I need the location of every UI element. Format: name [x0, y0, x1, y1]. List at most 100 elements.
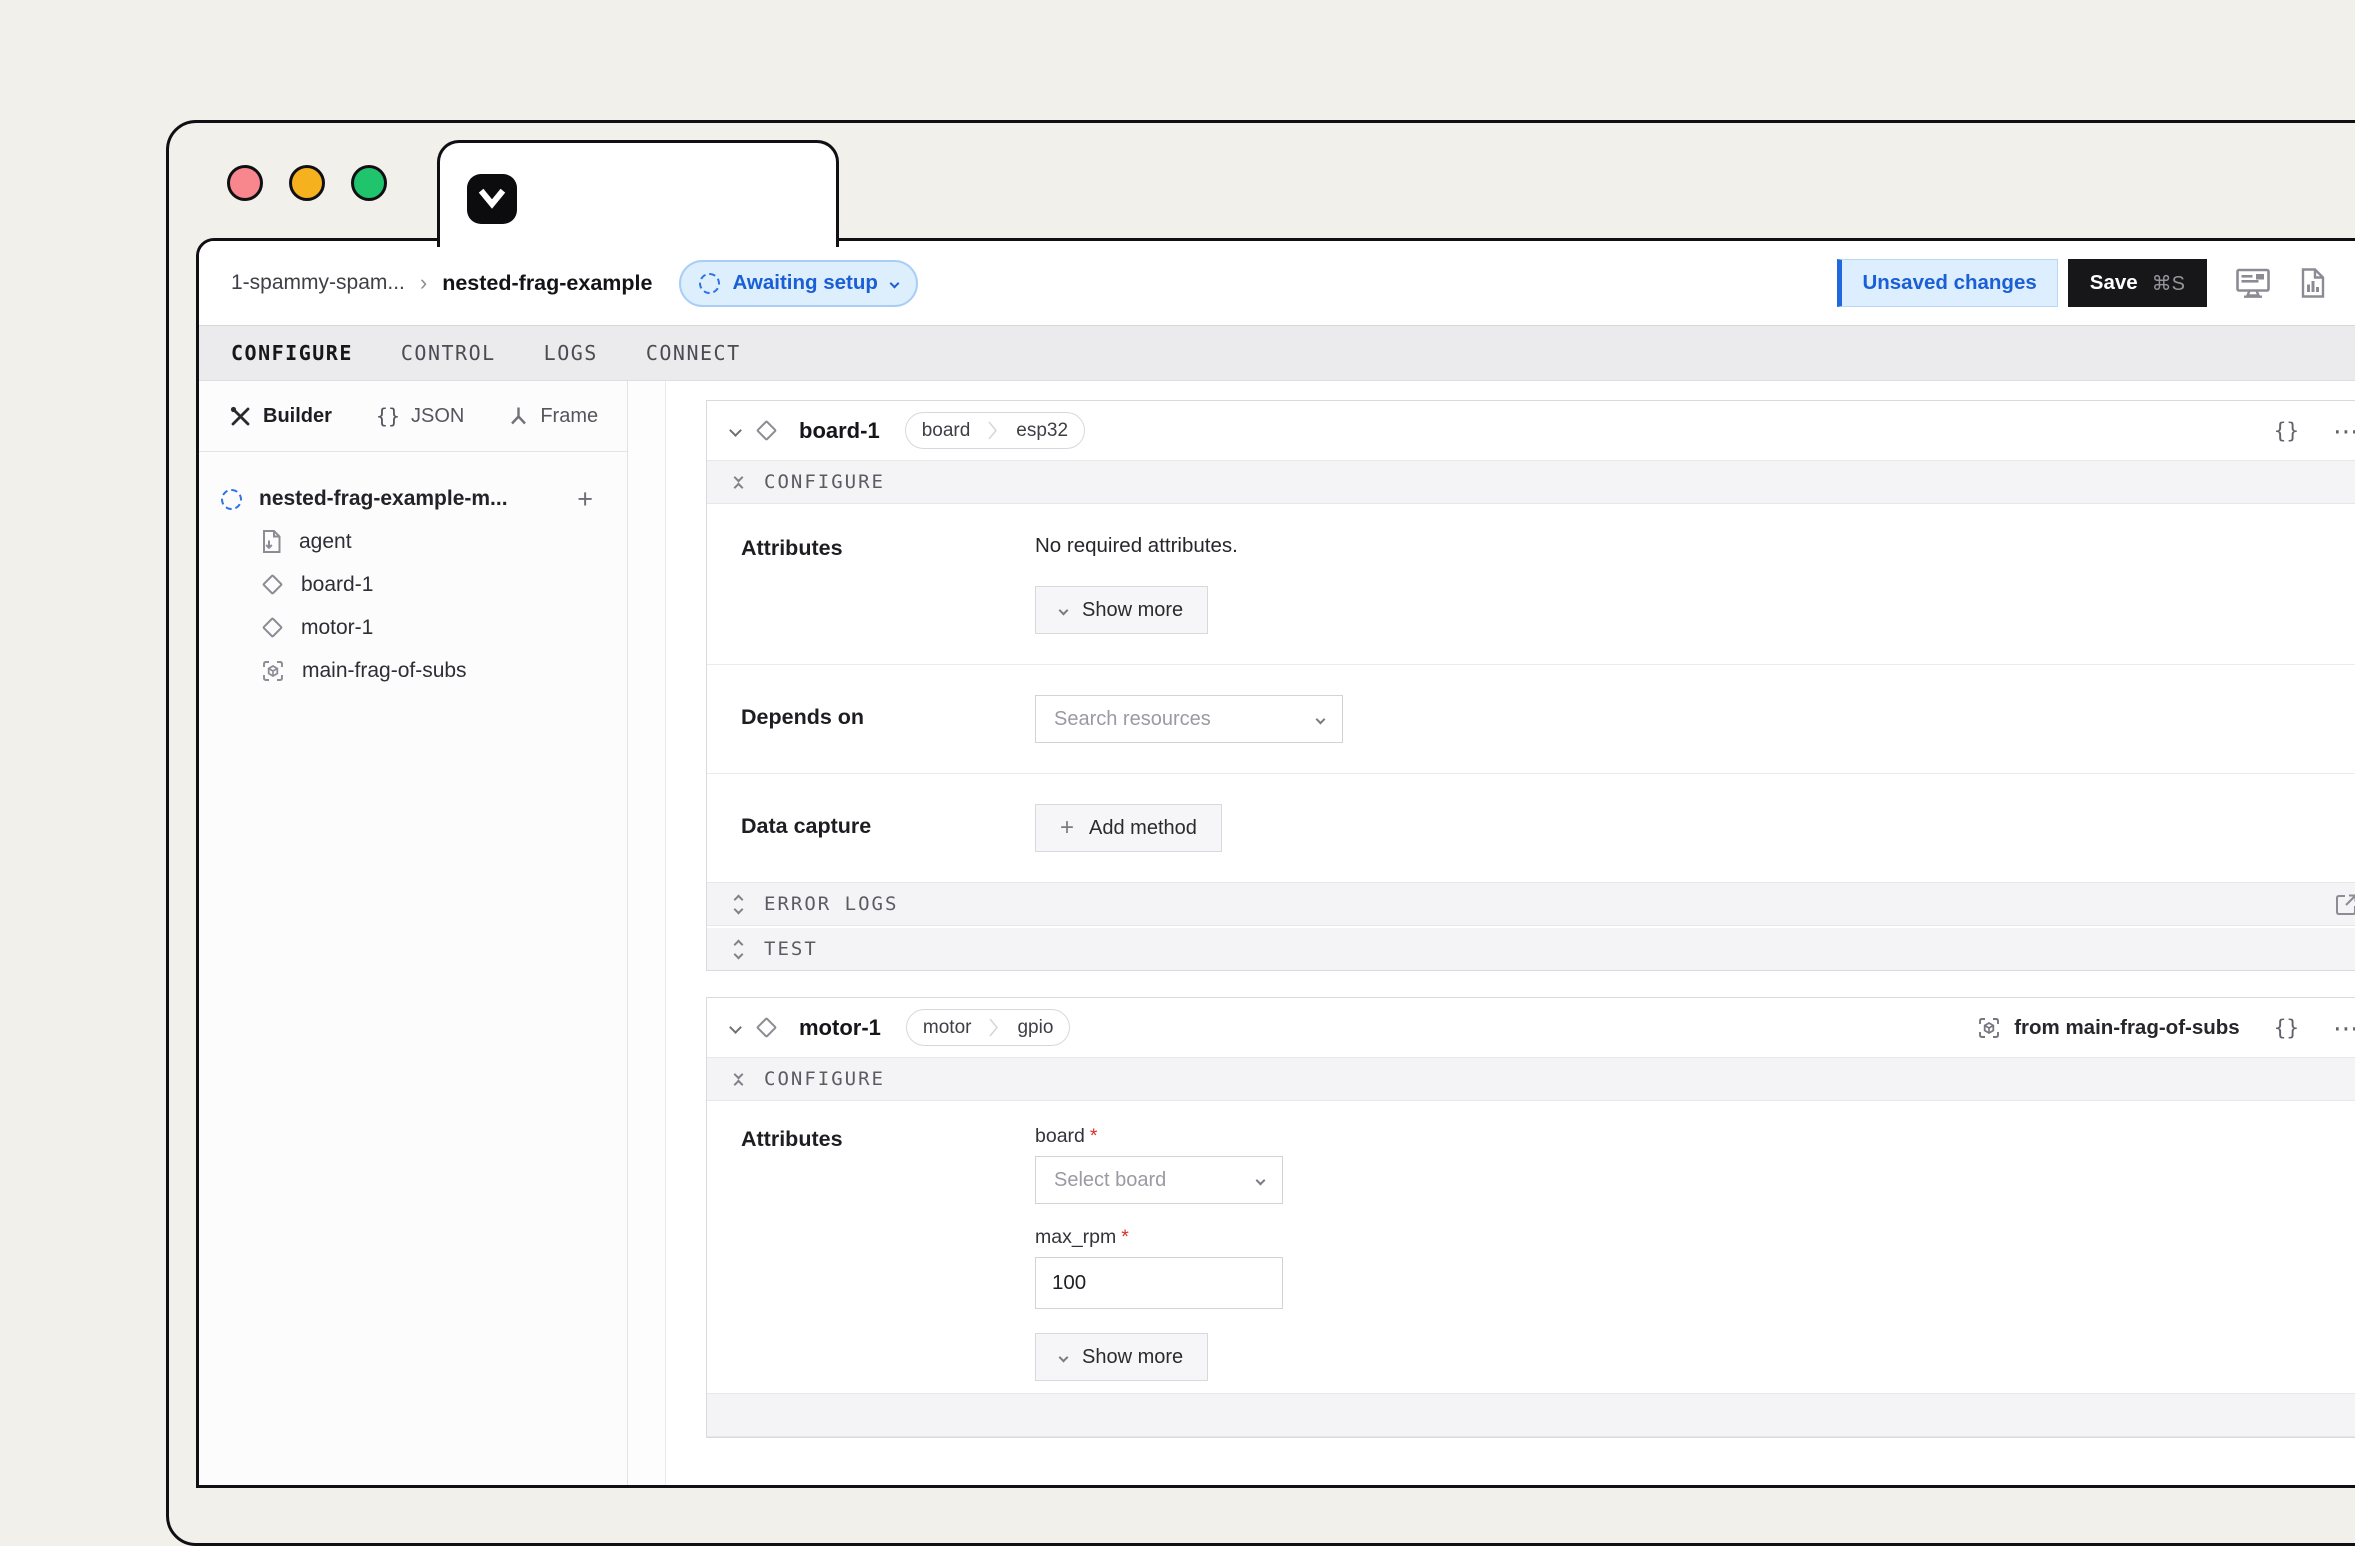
tag-separator-icon [987, 1009, 1001, 1046]
json-view-icon[interactable]: {} [2274, 419, 2299, 443]
type-tag: board [906, 420, 987, 442]
card-menu-icon[interactable]: ⋯ [2333, 418, 2355, 444]
collapse-section-icon [735, 474, 742, 491]
component-diamond-icon [756, 1017, 777, 1038]
fragment-icon [1977, 1016, 2001, 1040]
tree-item-motor-1[interactable]: motor-1 [221, 606, 593, 649]
max-rpm-field-label: max_rpm* [1035, 1226, 2355, 1249]
add-resource-button[interactable]: + [577, 486, 593, 513]
depends-on-row: Depends on Search resources [707, 664, 2355, 773]
collapse-card-icon[interactable] [729, 424, 742, 437]
tab-configure[interactable]: CONFIGURE [231, 341, 353, 365]
frame-axes-icon [508, 405, 529, 427]
depends-on-placeholder: Search resources [1054, 708, 1211, 731]
mode-frame[interactable]: Frame [508, 405, 598, 428]
chevron-down-icon [1059, 1352, 1069, 1362]
resource-type-tags: motor gpio [906, 1009, 1071, 1046]
attributes-label: Attributes [741, 534, 1035, 634]
motor-1-card-header: motor-1 motor gpio [707, 998, 2355, 1057]
board-field-label: board* [1035, 1125, 2355, 1148]
chevron-down-icon [1059, 605, 1069, 615]
show-more-button[interactable]: Show more [1035, 1333, 1208, 1381]
data-capture-row: Data capture + Add method [707, 773, 2355, 882]
chevron-down-icon [889, 278, 899, 288]
error-logs-section-header[interactable]: ERROR LOGS [707, 882, 2355, 926]
fragment-icon [261, 659, 285, 683]
max-rpm-input[interactable] [1035, 1257, 1283, 1309]
configure-sidebar: Builder {} JSON Frame [199, 381, 628, 1485]
awaiting-setup-icon [699, 273, 720, 294]
depends-on-select[interactable]: Search resources [1035, 695, 1343, 743]
browser-tab [437, 140, 839, 247]
machine-header: 1-spammy-spam... › nested-frag-example A… [199, 241, 2355, 325]
machine-monitor-icon[interactable] [2235, 267, 2272, 300]
braces-icon: {} [376, 404, 400, 428]
card-title: board-1 [799, 418, 880, 444]
card-menu-icon[interactable]: ⋯ [2333, 1015, 2355, 1041]
save-shortcut: ⌘S [2152, 271, 2185, 296]
chevron-down-icon [1256, 1175, 1266, 1185]
motor-1-card: motor-1 motor gpio [706, 997, 2355, 1438]
model-tag: gpio [1001, 1017, 1069, 1039]
tree-item-board-1[interactable]: board-1 [221, 563, 593, 606]
tree-item-agent[interactable]: agent [221, 520, 593, 563]
tab-control[interactable]: CONTROL [401, 341, 496, 365]
agent-file-icon [261, 529, 282, 554]
attributes-label: Attributes [741, 1125, 1035, 1381]
resource-type-tags: board esp32 [905, 412, 1085, 449]
fragment-source-link[interactable]: from main-frag-of-subs [1977, 1016, 2240, 1040]
machine-nav-tabs: CONFIGURE CONTROL LOGS CONNECT [199, 325, 2355, 381]
maximize-window-icon [351, 165, 387, 201]
model-tag: esp32 [1000, 420, 1084, 442]
machine-part-icon [221, 489, 242, 510]
save-button[interactable]: Save ⌘S [2068, 259, 2207, 307]
next-section-header-cutoff[interactable] [707, 1393, 2355, 1437]
configure-section-header[interactable]: CONFIGURE [707, 1057, 2355, 1101]
save-label: Save [2090, 271, 2138, 295]
tab-connect[interactable]: CONNECT [646, 341, 741, 365]
configure-main: board-1 board esp32 {} ⋯ [666, 381, 2355, 1485]
type-tag: motor [907, 1017, 988, 1039]
plus-icon: + [1060, 816, 1074, 840]
breadcrumb-separator-icon: › [420, 270, 427, 296]
close-window-icon [227, 165, 263, 201]
tree-item-main-frag-of-subs[interactable]: main-frag-of-subs [221, 649, 593, 692]
component-diamond-icon [262, 574, 283, 595]
configure-section-header[interactable]: CONFIGURE [707, 460, 2355, 504]
required-asterisk: * [1090, 1125, 1098, 1147]
external-link-icon[interactable] [2334, 892, 2355, 917]
mode-builder[interactable]: Builder [229, 405, 332, 428]
viam-logo-icon [467, 174, 517, 224]
collapse-section-icon [735, 1071, 742, 1088]
machine-status-badge[interactable]: Awaiting setup [679, 260, 918, 307]
tag-separator-icon [986, 412, 1000, 449]
json-view-icon[interactable]: {} [2274, 1016, 2299, 1040]
tools-icon [229, 405, 252, 428]
expand-section-icon [735, 941, 742, 958]
component-diamond-icon [262, 617, 283, 638]
show-more-button[interactable]: Show more [1035, 586, 1208, 634]
board-select[interactable]: Select board [1035, 1156, 1283, 1204]
mode-json[interactable]: {} JSON [376, 404, 464, 428]
collapse-card-icon[interactable] [729, 1021, 742, 1034]
add-method-button[interactable]: + Add method [1035, 804, 1222, 852]
view-mode-toggle: Builder {} JSON Frame [199, 381, 627, 452]
no-attributes-text: No required attributes. [1035, 534, 2355, 558]
window-controls [227, 165, 387, 201]
required-asterisk: * [1121, 1226, 1129, 1248]
test-section-header[interactable]: TEST [707, 926, 2355, 970]
unsaved-changes-button[interactable]: Unsaved changes [1837, 259, 2057, 307]
tab-logs[interactable]: LOGS [544, 341, 598, 365]
tree-machine-part[interactable]: nested-frag-example-m... + [221, 478, 593, 520]
machine-name: nested-frag-example [442, 271, 652, 296]
breadcrumb-parent[interactable]: 1-spammy-spam... [231, 271, 405, 295]
breadcrumb: 1-spammy-spam... › nested-frag-example [231, 270, 653, 296]
expand-section-icon [735, 896, 742, 913]
attributes-row: Attributes No required attributes. Show … [707, 504, 2355, 664]
sidebar-gutter [628, 381, 666, 1485]
data-capture-label: Data capture [741, 804, 1035, 852]
app-panel: 1-spammy-spam... › nested-frag-example A… [196, 238, 2355, 1488]
attributes-row: Attributes board* Select board max_rpm* [707, 1101, 2355, 1393]
minimize-window-icon [289, 165, 325, 201]
machine-report-icon[interactable] [2300, 267, 2326, 299]
